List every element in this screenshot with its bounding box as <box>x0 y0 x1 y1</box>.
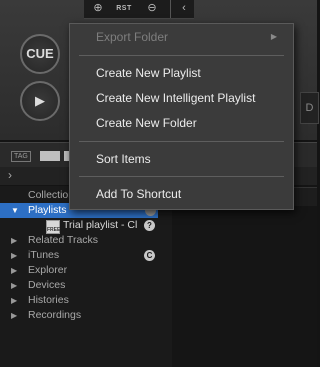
itunes-sync-icon[interactable]: C <box>144 250 155 261</box>
tree-item-label: Related Tracks <box>28 234 99 246</box>
expand-arrow-icon[interactable]: ▶ <box>11 248 17 263</box>
right-panel-button[interactable]: D <box>300 92 319 124</box>
back-chevron-icon[interactable]: ‹ <box>174 0 194 18</box>
cue-button[interactable]: CUE <box>20 34 60 74</box>
zoom-toolbar: ⊕ RST ⊖ ‹ <box>84 0 194 19</box>
collapse-chevron-icon[interactable]: › <box>8 168 12 182</box>
submenu-arrow-icon: ▶ <box>270 32 277 41</box>
tree-item-histories[interactable]: ▶ Histories <box>0 293 158 308</box>
menu-item-create-intelligent-playlist[interactable]: Create New Intelligent Playlist <box>70 88 293 108</box>
tree-item-label: Explorer <box>28 264 68 276</box>
expand-arrow-icon[interactable]: ▶ <box>11 278 17 293</box>
tree-item-label: Trial playlist - Cl <box>63 219 138 231</box>
menu-item-sort-items[interactable]: Sort Items <box>70 149 293 169</box>
tree-item-label: Recordings <box>28 309 82 321</box>
reset-zoom-button[interactable]: RST <box>114 0 134 18</box>
context-menu: Export Folder ▶ Create New Playlist Crea… <box>69 23 294 210</box>
tree-item-label: Collection <box>28 189 75 201</box>
menu-item-label: Sort Items <box>96 152 151 166</box>
expand-arrow-icon[interactable]: ▶ <box>11 293 17 308</box>
tree-item-label: Histories <box>28 294 69 306</box>
tree-item-related-tracks[interactable]: ▶ Related Tracks <box>0 233 158 248</box>
expand-arrow-icon[interactable]: ▶ <box>11 263 17 278</box>
tree-item-recordings[interactable]: ▶ Recordings <box>0 308 158 323</box>
zoom-out-icon[interactable]: ⊖ <box>142 0 162 18</box>
menu-item-label: Create New Playlist <box>96 66 201 80</box>
expand-arrow-icon[interactable]: ▼ <box>11 203 19 218</box>
expand-arrow-icon[interactable]: ▶ <box>11 233 17 248</box>
play-button[interactable]: ▶ <box>20 81 60 121</box>
browser-tree: Collection ▼ Playlists FREE Trial playli… <box>0 186 172 367</box>
menu-item-add-to-shortcut[interactable]: Add To Shortcut <box>70 184 293 204</box>
tree-item-devices[interactable]: ▶ Devices <box>0 278 158 293</box>
tree-item-label: iTunes <box>28 249 60 261</box>
toolbar-divider <box>170 0 171 18</box>
tree-item-label: Devices <box>28 279 66 291</box>
menu-item-label: Export Folder <box>96 30 169 44</box>
playlist-icon: FREE <box>46 220 60 234</box>
zoom-in-icon[interactable]: ⊕ <box>88 0 108 18</box>
tree-item-trial-playlist[interactable]: FREE Trial playlist - Cl ? <box>0 218 158 234</box>
menu-item-label: Create New Folder <box>96 116 197 130</box>
tag-label[interactable]: TAG <box>11 151 31 162</box>
menu-item-create-playlist[interactable]: Create New Playlist <box>70 63 293 83</box>
tree-item-itunes[interactable]: ▶ iTunes C <box>0 248 158 263</box>
expand-arrow-icon[interactable]: ▶ <box>11 308 17 323</box>
menu-separator <box>79 55 284 56</box>
tag-slot[interactable] <box>40 151 60 161</box>
menu-item-create-folder[interactable]: Create New Folder <box>70 113 293 133</box>
tree-item-label: Playlists <box>28 204 67 216</box>
tree-item-explorer[interactable]: ▶ Explorer <box>0 263 158 278</box>
menu-separator <box>79 141 284 142</box>
menu-item-export-folder[interactable]: Export Folder ▶ <box>70 27 293 47</box>
menu-item-label: Add To Shortcut <box>96 187 182 201</box>
help-icon[interactable]: ? <box>144 220 155 231</box>
menu-item-label: Create New Intelligent Playlist <box>96 91 256 105</box>
menu-separator <box>79 176 284 177</box>
